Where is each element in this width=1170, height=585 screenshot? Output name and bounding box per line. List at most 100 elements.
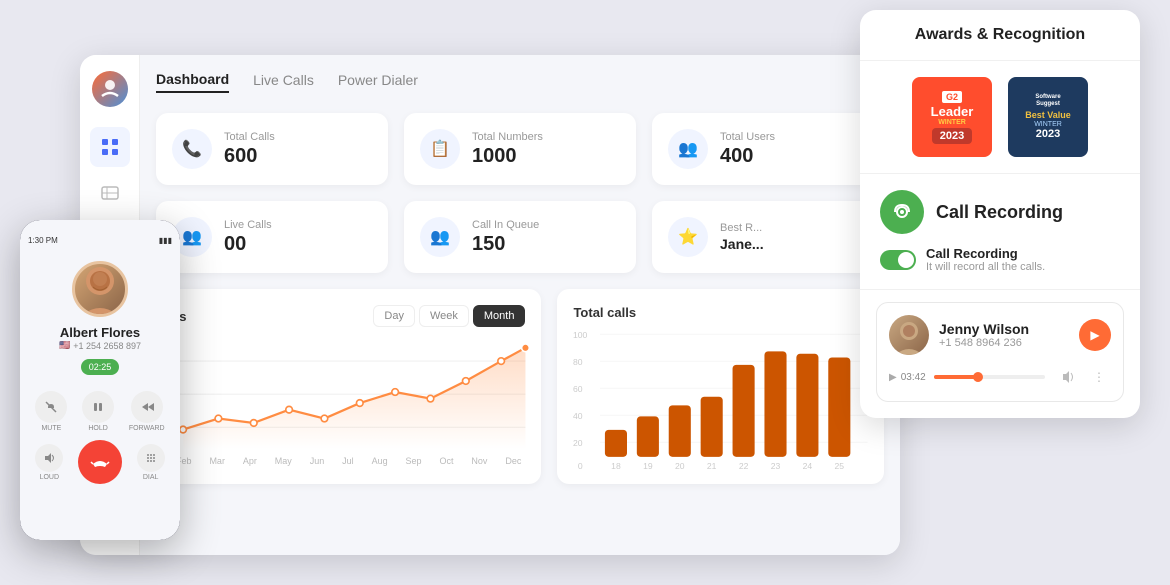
jenny-avatar: [889, 315, 929, 355]
forward-button[interactable]: FORWARD: [129, 391, 165, 432]
bar-chart-title: Total calls: [573, 305, 868, 320]
svg-text:20: 20: [573, 438, 583, 448]
more-options-icon[interactable]: ⋮: [1087, 365, 1111, 389]
bar-chart-container: 100 80 60 40 20 0: [573, 328, 868, 468]
toggle-day[interactable]: Day: [373, 305, 415, 327]
loud-icon: [35, 444, 63, 472]
phone-overlay: 1:30 PM ▮▮▮ Albert Flores 🇺🇸 +1 254 2658…: [20, 220, 180, 540]
hold-button[interactable]: HOLD: [82, 391, 114, 432]
ss-winter: WINTER: [1034, 121, 1062, 128]
tab-dashboard[interactable]: Dashboard: [156, 71, 229, 93]
svg-text:0: 0: [578, 461, 583, 471]
g2-year: 2023: [932, 128, 972, 144]
progress-bar[interactable]: [934, 375, 1045, 379]
line-chart-svg: [172, 339, 525, 449]
dial-button[interactable]: DIAL: [137, 444, 165, 481]
call-recording-title: Call Recording: [936, 202, 1063, 223]
svg-text:25: 25: [835, 461, 845, 471]
call-recording-header: Call Recording: [880, 190, 1120, 234]
sidebar-item-calls[interactable]: [90, 175, 130, 215]
month-may: May: [275, 456, 292, 466]
forward-icon: [131, 391, 163, 423]
call-timer: 02:25: [81, 359, 120, 375]
call-recording-icon: [880, 190, 924, 234]
jenny-header: Jenny Wilson +1 548 8964 236 ▶: [889, 315, 1111, 355]
svg-text:19: 19: [644, 461, 654, 471]
jenny-wilson-card: Jenny Wilson +1 548 8964 236 ▶ ▶ 03:42: [876, 302, 1124, 402]
month-jun: Jun: [310, 456, 325, 466]
dial-label: DIAL: [143, 474, 159, 481]
awards-badges: G2 Leader WINTER 2023 SoftwareSuggest Be…: [860, 61, 1140, 174]
stat-total-calls-label: Total Calls: [224, 131, 275, 143]
month-nov: Nov: [471, 456, 487, 466]
toggle-label: Call Recording: [926, 246, 1045, 261]
bar-chart-svg: 100 80 60 40 20 0: [573, 328, 868, 475]
mute-button[interactable]: MUTE: [35, 391, 67, 432]
phone-battery: ▮▮▮: [159, 236, 172, 245]
ss-brand: SoftwareSuggest: [1035, 94, 1060, 108]
svg-text:100: 100: [573, 330, 588, 340]
star-icon: ⭐: [668, 217, 708, 257]
caller-name: Albert Flores: [60, 325, 140, 340]
app-logo[interactable]: [92, 71, 128, 107]
g2-winter-text: WINTER: [938, 119, 966, 126]
toggle-week[interactable]: Week: [419, 305, 469, 327]
call-recording-section: Call Recording Call Recording It will re…: [860, 174, 1140, 290]
queue-icon: 👥: [420, 217, 460, 257]
stat-total-numbers: 📋 Total Numbers 1000: [404, 113, 636, 185]
ss-year: 2023: [1036, 128, 1060, 140]
jenny-progress-row: ▶ 03:42 ⋮: [889, 365, 1111, 389]
jenny-controls: ⋮: [1057, 365, 1111, 389]
svg-text:60: 60: [573, 384, 583, 394]
month-dec: Dec: [505, 456, 521, 466]
chart-toggle: Day Week Month: [373, 305, 525, 327]
jenny-play-button[interactable]: ▶: [1079, 319, 1111, 351]
stat-call-in-queue-value: 150: [472, 233, 539, 256]
month-aug: Aug: [372, 456, 388, 466]
g2-leader-text: Leader: [931, 105, 974, 118]
main-content: Dashboard Live Calls Power Dialer 📞 Tota…: [140, 55, 900, 555]
stat-best-performer: ⭐ Best R... Jane...: [652, 201, 884, 273]
caller-number: 🇺🇸 +1 254 2658 897: [59, 340, 141, 351]
chart-section: es Day Week Month: [156, 289, 884, 484]
hold-icon: [82, 391, 114, 423]
svg-text:21: 21: [707, 461, 717, 471]
toggle-month[interactable]: Month: [473, 305, 526, 327]
caller-avatar: [72, 261, 128, 317]
play-icon[interactable]: ▶: [889, 372, 897, 383]
phone-time: 1:30 PM: [28, 236, 58, 245]
numbers-icon: 📋: [420, 129, 460, 169]
svg-text:22: 22: [739, 461, 749, 471]
mute-icon: [35, 391, 67, 423]
call-recording-toggle-row: Call Recording It will record all the ca…: [880, 246, 1120, 273]
stat-live-calls: 👥 Live Calls 00: [156, 201, 388, 273]
software-suggest-badge: SoftwareSuggest Best Value WINTER 2023: [1008, 77, 1088, 157]
month-apr: Apr: [243, 456, 257, 466]
hangup-button[interactable]: [78, 440, 122, 484]
month-sep: Sep: [406, 456, 422, 466]
phone-controls: MUTE HOLD FORWARD: [28, 391, 172, 432]
tab-live-calls[interactable]: Live Calls: [253, 72, 314, 92]
month-jul: Jul: [342, 456, 354, 466]
mute-label: MUTE: [41, 425, 61, 432]
forward-label: FORWARD: [129, 425, 165, 432]
ss-best-value: Best Value: [1025, 110, 1071, 120]
stat-best-performer-label: Best R...: [720, 222, 764, 234]
line-chart-card: es Day Week Month: [156, 289, 541, 484]
jenny-name: Jenny Wilson: [939, 321, 1069, 337]
tab-power-dialer[interactable]: Power Dialer: [338, 72, 418, 92]
line-chart-header: es Day Week Month: [172, 305, 525, 327]
loud-button[interactable]: LOUD: [35, 444, 63, 481]
sidebar-item-dashboard[interactable]: [90, 127, 130, 167]
dashboard-card: Dashboard Live Calls Power Dialer 📞 Tota…: [80, 55, 900, 555]
svg-text:24: 24: [803, 461, 813, 471]
stat-live-calls-value: 00: [224, 233, 272, 256]
nav-tabs: Dashboard Live Calls Power Dialer: [156, 71, 884, 93]
svg-text:18: 18: [612, 461, 622, 471]
call-recording-toggle[interactable]: [880, 250, 916, 270]
stat-total-calls-value: 600: [224, 145, 275, 168]
stat-call-in-queue-label: Call In Queue: [472, 219, 539, 231]
volume-icon[interactable]: [1057, 365, 1081, 389]
progress-dot: [973, 372, 983, 382]
month-oct: Oct: [439, 456, 453, 466]
